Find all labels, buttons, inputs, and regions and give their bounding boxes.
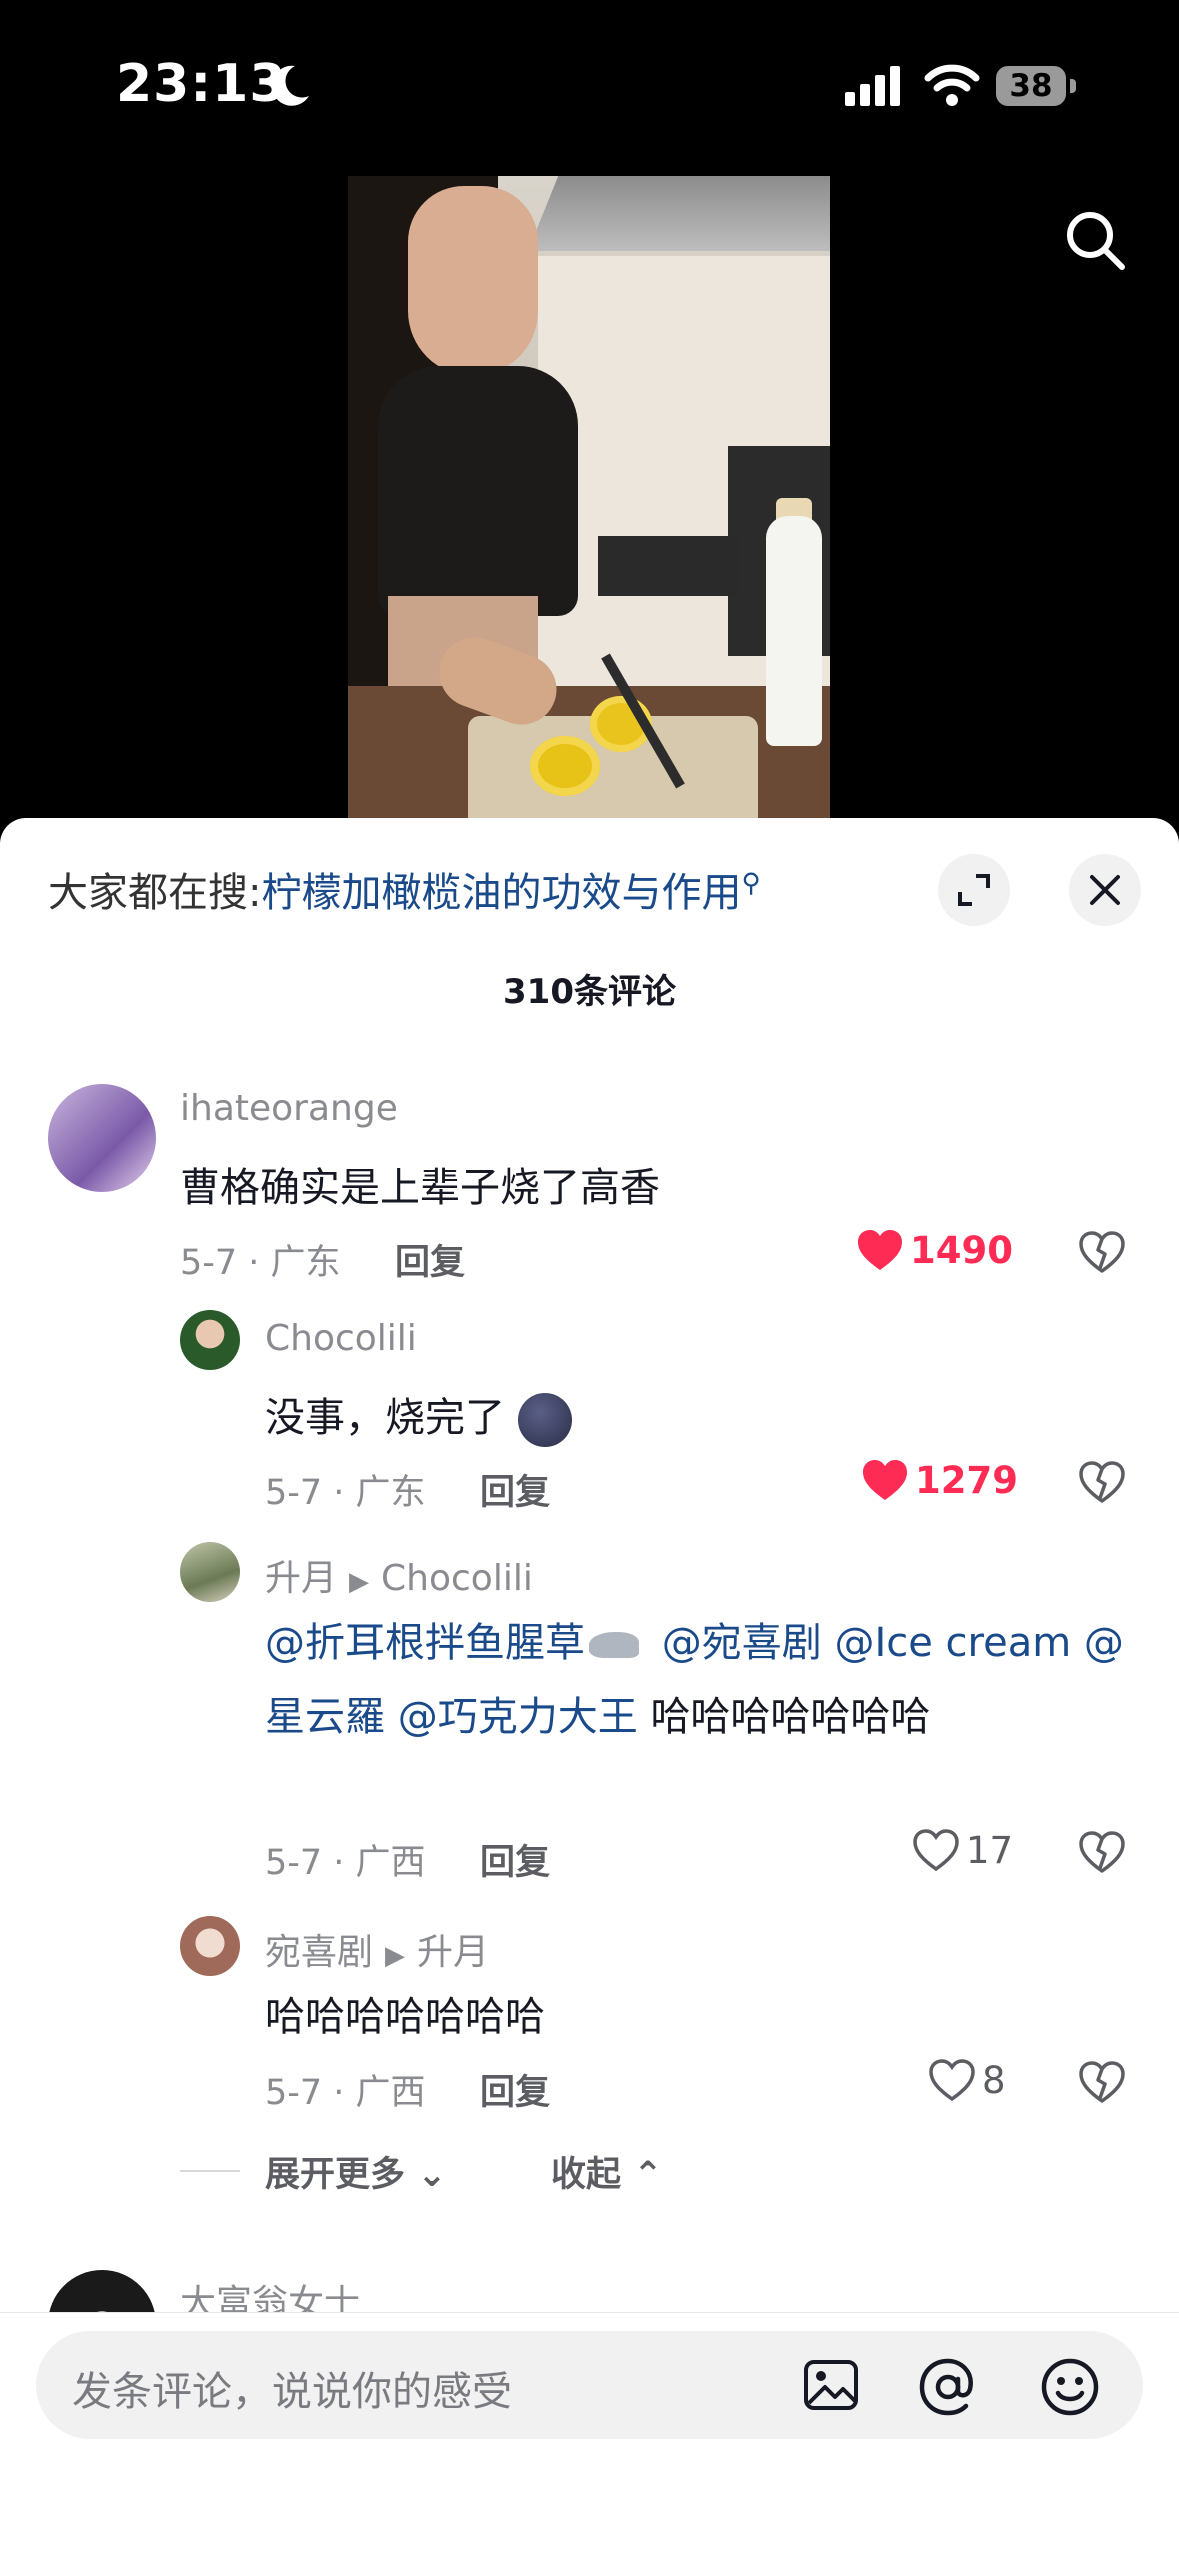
reply-button[interactable]: 回复 — [480, 1834, 550, 1885]
dislike-icon[interactable] — [1078, 2060, 1126, 2104]
like-count: 1279 — [915, 1458, 1018, 1502]
trending-search[interactable]: 大家都在搜:柠檬加橄榄油的功效与作用⚲ — [48, 860, 761, 918]
seal-emoji-icon — [589, 1632, 639, 1658]
like-button[interactable]: 1490 — [856, 1228, 1013, 1272]
like-button[interactable]: 8 — [928, 2058, 1006, 2102]
collapse-button[interactable]: 收起 ⌃ — [551, 2146, 663, 2197]
comment-text: @折耳根拌鱼腥草 @宛喜剧 @Ice cream @星云羅 @巧克力大王 哈哈哈… — [265, 1606, 1125, 1754]
mention[interactable]: @巧克力大王 — [398, 1694, 638, 1740]
heart-outline-icon — [929, 2059, 975, 2102]
video-top — [378, 366, 578, 616]
heart-filled-icon — [858, 1230, 902, 1270]
battery-nub — [1070, 79, 1076, 93]
comment-text: 没事，烧完了 — [265, 1381, 572, 1455]
mention[interactable]: @宛喜剧 — [662, 1620, 822, 1666]
reply-target[interactable]: Chocolili — [381, 1558, 533, 1599]
comment-meta: 5-7 · 广东 — [265, 1473, 426, 1513]
close-button[interactable] — [1069, 854, 1141, 926]
moon-icon — [271, 65, 309, 106]
comment-text: 曹格确实是上辈子烧了高香 — [180, 1165, 660, 1211]
reply-button[interactable]: 回复 — [480, 2064, 550, 2115]
divider-line — [180, 2170, 240, 2172]
video-bottle — [766, 516, 822, 746]
mention[interactable]: @Ice cream — [834, 1620, 1071, 1666]
dislike-icon[interactable] — [1078, 1830, 1126, 1874]
comment-input-placeholder: 发条评论，说说你的感受 — [72, 2369, 512, 2415]
new-moon-emoji-icon — [517, 1393, 572, 1447]
comment-username[interactable]: Chocolili — [265, 1318, 417, 1359]
comment-meta: 5-7 · 广西 — [265, 2073, 426, 2113]
avatar[interactable] — [180, 1542, 240, 1602]
like-count: 17 — [966, 1828, 1014, 1872]
video-player[interactable] — [348, 176, 830, 836]
status-bar: 23:13 38 — [0, 0, 1179, 170]
expand-button[interactable] — [938, 854, 1010, 926]
like-count: 8 — [982, 2058, 1006, 2102]
expand-more-button[interactable]: 展开更多 ⌄ — [265, 2146, 447, 2197]
video-range-hood — [528, 176, 830, 251]
signal-icon — [845, 66, 900, 106]
mention[interactable]: @折耳根拌鱼腥草 — [265, 1620, 585, 1666]
comments-sheet: 大家都在搜:柠檬加橄榄油的功效与作用⚲ 310条评论 ihateorange 曹… — [0, 818, 1179, 2556]
chevron-down-icon: ⌄ — [417, 2155, 447, 2195]
reply-arrow-icon: ▶ — [385, 1941, 406, 1971]
small-search-icon: ⚲ — [741, 868, 761, 899]
search-icon[interactable] — [1060, 205, 1130, 275]
heart-filled-icon — [863, 1460, 907, 1500]
chevron-up-icon: ⌃ — [633, 2155, 663, 2195]
collapse-label: 收起 — [551, 2155, 622, 2195]
comment-author[interactable]: 升月 — [265, 1558, 337, 1599]
reply-button[interactable]: 回复 — [480, 1464, 550, 1515]
like-button[interactable]: 1279 — [861, 1458, 1018, 1502]
heart-outline-icon — [913, 1829, 959, 1872]
avatar[interactable] — [180, 1916, 240, 1976]
comment-username[interactable]: 升月 ▶ Chocolili — [265, 1549, 533, 1601]
comment-input-bar: 发条评论，说说你的感受 — [0, 2312, 1179, 2557]
comment-tail: 哈哈哈哈哈哈哈 — [650, 1694, 931, 1740]
expand-icon — [958, 874, 990, 906]
at-mention-icon[interactable] — [918, 2357, 978, 2417]
comment-count: 310条评论 — [503, 972, 676, 1012]
battery-indicator: 38 — [996, 66, 1066, 106]
video-stove — [598, 536, 738, 596]
like-count: 1490 — [910, 1228, 1013, 1272]
reply-target[interactable]: 升月 — [417, 1932, 489, 1973]
video-face — [408, 186, 538, 376]
avatar[interactable] — [48, 1084, 156, 1192]
reply-arrow-icon: ▶ — [349, 1567, 370, 1597]
reply-button[interactable]: 回复 — [395, 1234, 465, 1285]
comment-meta: 5-7 · 广西 — [265, 1843, 426, 1883]
comment-username[interactable]: 宛喜剧 ▶ 升月 — [265, 1923, 489, 1975]
trending-keyword[interactable]: 柠檬加橄榄油的功效与作用 — [261, 870, 741, 916]
close-icon — [1090, 875, 1120, 905]
comment-text: 哈哈哈哈哈哈哈 — [265, 1994, 545, 2040]
expand-more-label: 展开更多 — [265, 2155, 406, 2195]
like-button[interactable]: 17 — [912, 1828, 1013, 1872]
comment-text-content: 没事，烧完了 — [265, 1395, 505, 1441]
avatar[interactable] — [180, 1310, 240, 1370]
image-icon[interactable] — [803, 2359, 859, 2411]
status-time: 23:13 — [116, 54, 287, 114]
wifi-icon — [924, 64, 980, 106]
emoji-icon[interactable] — [1040, 2357, 1100, 2417]
dislike-icon[interactable] — [1078, 1460, 1126, 1504]
video-lemon — [530, 736, 600, 796]
comment-username[interactable]: ihateorange — [180, 1088, 398, 1129]
dislike-icon[interactable] — [1078, 1230, 1126, 1274]
trending-label: 大家都在搜: — [48, 870, 262, 916]
comment-author[interactable]: 宛喜剧 — [265, 1932, 373, 1973]
comment-meta: 5-7 · 广东 — [180, 1243, 341, 1283]
